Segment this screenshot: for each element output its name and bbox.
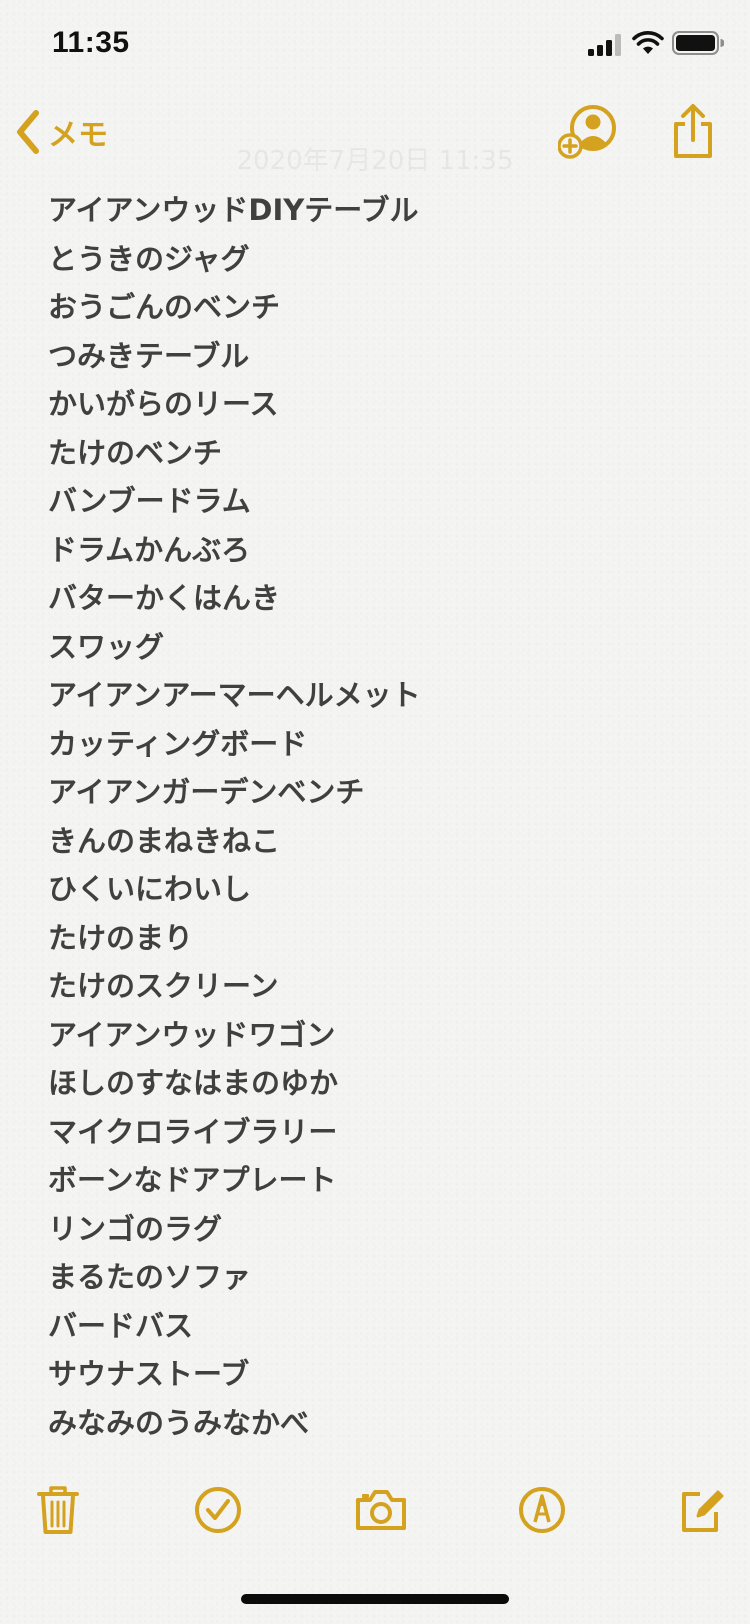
- note-line: リンゴのラグ: [48, 1211, 223, 1246]
- note-line: たけのまり: [48, 920, 194, 955]
- note-line: アイアンガーデンベンチ: [48, 775, 365, 809]
- note-line: カッティングボード: [48, 726, 308, 761]
- home-indicator: [241, 1594, 509, 1604]
- status-bar: 11:35: [0, 0, 750, 90]
- note-line: バードバス: [48, 1308, 194, 1343]
- note-line: ドラムかんぶろ: [48, 532, 251, 567]
- markup-icon[interactable]: [518, 1480, 566, 1540]
- note-line: アイアンアーマーヘルメット: [48, 678, 421, 712]
- note-line: みなみのうみなかべ: [48, 1405, 310, 1440]
- note-line: おうごんのベンチ: [48, 290, 281, 324]
- trash-icon[interactable]: [36, 1480, 80, 1540]
- note-line: たけのベンチ: [48, 435, 223, 470]
- checklist-icon[interactable]: [194, 1480, 242, 1540]
- note-line: きんのまねきねこ: [48, 823, 281, 858]
- note-line: バンブードラム: [48, 484, 251, 518]
- note-line: アイアンウッドワゴン: [48, 1017, 336, 1052]
- note-line: とうきのジャグ: [48, 241, 250, 276]
- bottom-toolbar: [0, 1480, 750, 1550]
- camera-icon[interactable]: [354, 1480, 408, 1540]
- note-line: スワッグ: [48, 629, 165, 664]
- note-line: まるたのソファ: [48, 1260, 252, 1294]
- cellular-signal-icon: [588, 34, 621, 56]
- note-line: バターかくはんき: [48, 581, 281, 615]
- compose-icon[interactable]: [678, 1480, 724, 1540]
- battery-icon: [672, 31, 724, 55]
- note-line: つみきテーブル: [48, 338, 250, 373]
- note-line: マイクロライブラリー: [48, 1114, 338, 1149]
- note-line: たけのスクリーン: [48, 969, 279, 1003]
- note-date: 2020年7月20日 11:35: [236, 146, 514, 176]
- note-line: かいがらのリース: [48, 387, 279, 421]
- note-body[interactable]: アイアンウッドDIYテーブル とうきのジャグ おうごんのベンチ つみきテーブル かいがら…: [48, 186, 708, 1447]
- wifi-icon: [632, 31, 664, 54]
- note-line: ボーンなドアプレート: [48, 1163, 337, 1197]
- note-line: サウナストーブ: [48, 1357, 250, 1391]
- note-line: ほしのすなはまのゆか: [48, 1066, 339, 1100]
- status-time: 11:35: [52, 26, 130, 59]
- note-line: ひくいにわいし: [48, 872, 252, 906]
- note-line: アイアンウッドDIYテーブル: [48, 193, 419, 227]
